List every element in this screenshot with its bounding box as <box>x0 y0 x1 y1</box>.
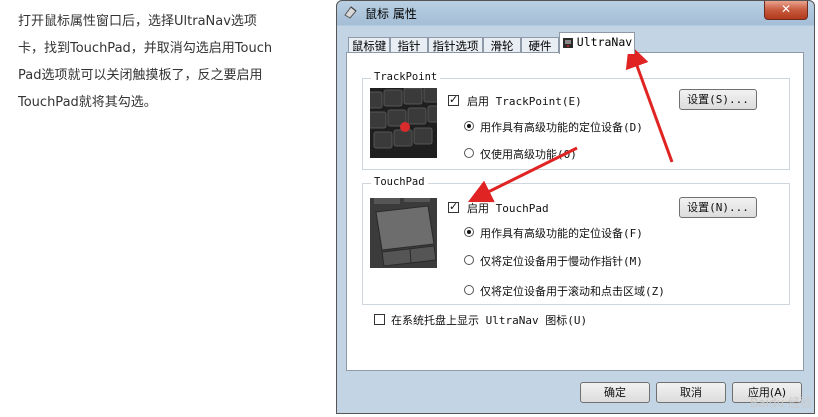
arrow-to-ultranav-tab <box>625 43 674 163</box>
arrow-to-touchpad-checkbox <box>467 146 578 203</box>
annotation-arrows <box>467 43 674 203</box>
ultranav-icon <box>562 37 573 48</box>
tab-ultranav-label: UltraNav <box>576 35 633 49</box>
watermark: Baidu 经验 <box>750 396 812 410</box>
tab-ultranav[interactable]: UltraNav <box>559 32 635 54</box>
